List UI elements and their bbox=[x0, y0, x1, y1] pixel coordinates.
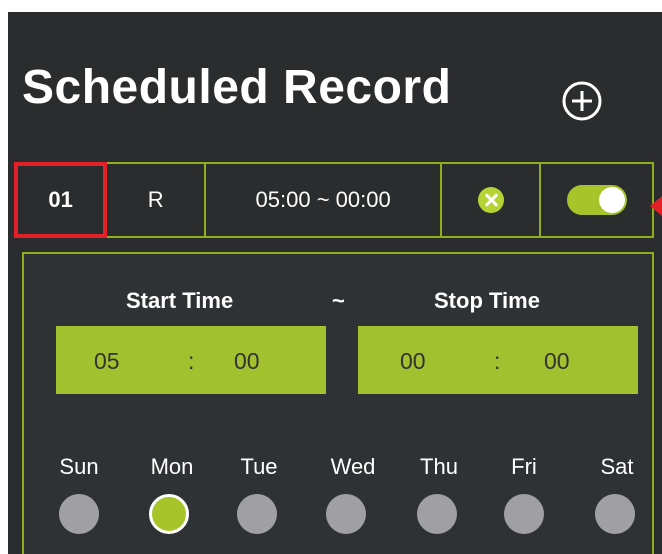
time-separator: ~ bbox=[332, 288, 345, 313]
day-label-sat: Sat bbox=[600, 454, 634, 479]
start-colon: : bbox=[188, 348, 195, 374]
stop-minute[interactable]: 00 bbox=[544, 348, 570, 375]
day-toggle-fri[interactable] bbox=[504, 494, 544, 534]
day-toggle-mon[interactable] bbox=[149, 494, 189, 534]
delete-cell bbox=[442, 164, 542, 236]
day-toggle-sat[interactable] bbox=[595, 494, 635, 534]
toggle-knob bbox=[598, 187, 625, 213]
stop-colon: : bbox=[494, 348, 501, 374]
schedule-index[interactable]: 01 bbox=[14, 162, 108, 238]
plus-circle-icon[interactable] bbox=[561, 80, 603, 122]
pointer-arrow-icon bbox=[650, 196, 662, 216]
start-minute[interactable]: 00 bbox=[234, 348, 260, 375]
schedule-editor: Start Time ~ Stop Time 05 : 00 00 : 00 S… bbox=[22, 252, 654, 554]
toggle-cell bbox=[541, 164, 652, 236]
start-time-input[interactable]: 05 : 00 bbox=[56, 326, 326, 394]
day-toggle-wed[interactable] bbox=[326, 494, 366, 534]
day-toggle-sun[interactable] bbox=[59, 494, 99, 534]
schedule-row[interactable]: 01 R 05:00 ~ 00:00 bbox=[14, 162, 654, 238]
day-label-mon: Mon bbox=[150, 454, 194, 479]
x-circle-icon[interactable] bbox=[477, 187, 504, 213]
day-label-tue: Tue bbox=[240, 454, 278, 479]
day-label-thu: Thu bbox=[420, 454, 458, 479]
page-title: Scheduled Record bbox=[22, 61, 452, 114]
stop-time-input[interactable]: 00 : 00 bbox=[358, 326, 638, 394]
day-label-fri: Fri bbox=[511, 454, 537, 479]
schedule-time-range: 05:00 ~ 00:00 bbox=[206, 164, 442, 236]
day-toggle-tue[interactable] bbox=[237, 494, 277, 534]
stop-hour[interactable]: 00 bbox=[400, 348, 426, 375]
schedule-enable-toggle[interactable] bbox=[566, 185, 627, 215]
start-hour[interactable]: 05 bbox=[94, 348, 120, 375]
day-toggle-thu[interactable] bbox=[417, 494, 457, 534]
day-label-sun: Sun bbox=[59, 454, 99, 479]
schedule-type: R bbox=[107, 164, 207, 236]
start-time-label: Start Time bbox=[126, 288, 234, 313]
stop-time-label: Stop Time bbox=[434, 288, 540, 313]
day-label-wed: Wed bbox=[330, 454, 376, 479]
